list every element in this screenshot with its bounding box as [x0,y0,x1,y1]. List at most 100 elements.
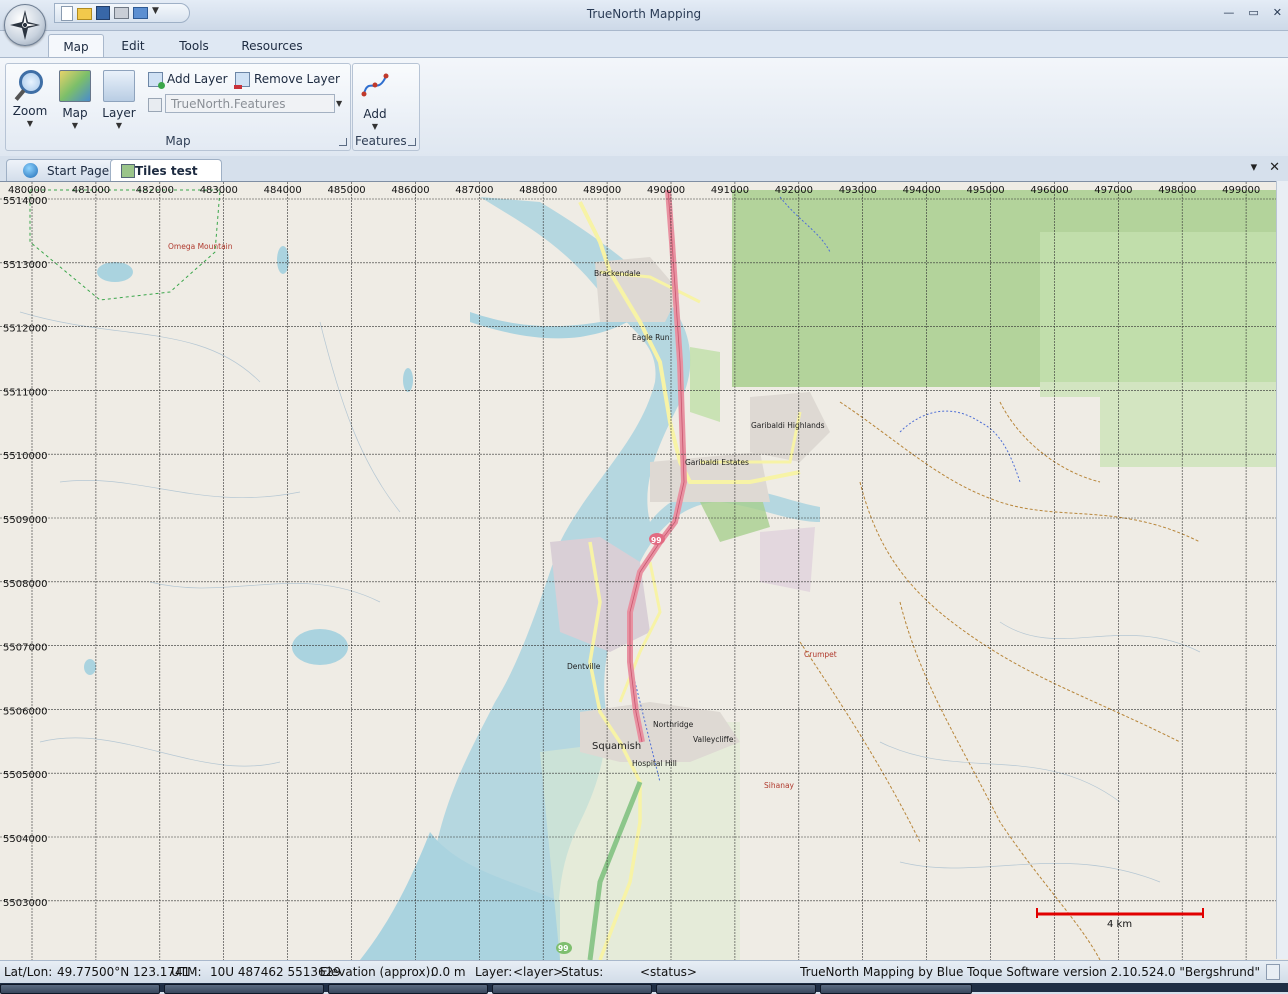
taskbar-item[interactable] [656,984,816,994]
easting-label: 482000 [136,185,174,196]
easting-label: 492000 [775,185,813,196]
place-label: Garibaldi Highlands [751,421,825,430]
add-feature-path-icon [361,73,389,97]
map-button[interactable]: Map ▼ [53,70,97,130]
os-taskbar [0,983,1288,994]
northing-label: 5512000 [3,324,48,335]
close-document-icon[interactable]: ✕ [1269,160,1280,175]
add-layer-button[interactable]: Add Layer [148,70,228,89]
easting-label: 496000 [1030,185,1068,196]
layer-select[interactable]: TrueNorth.Features [165,94,335,113]
place-label: Brackendale [594,269,641,278]
map-group-launcher-icon[interactable] [339,138,347,146]
layer-dropdown-icon: ▼ [115,121,123,130]
trails [799,401,1201,960]
northing-label: 5509000 [3,515,48,526]
compass-rose-icon [10,10,40,40]
easting-label: 494000 [903,185,941,196]
add-layer-icon [148,71,165,89]
minimize-button[interactable]: — [1223,6,1234,19]
map-label: Map [62,106,88,120]
tab-start-page-label: Start Page [47,164,110,178]
ribbon-tab-strip: Map Edit Tools Resources [0,31,1288,59]
easting-label: 483000 [200,185,238,196]
remove-layer-label: Remove Layer [254,72,340,86]
easting-label: 495000 [967,185,1005,196]
northing-label: 5504000 [3,834,48,845]
layer-visible-checkbox[interactable] [148,98,162,112]
elevation-value: 0.0 m [431,965,466,979]
layer-icon [103,70,135,102]
easting-label: 490000 [647,185,685,196]
features-group-launcher-icon[interactable] [408,138,416,146]
taskbar-item[interactable] [492,984,652,994]
tile-layer-icon [121,164,135,178]
easting-label: 493000 [839,185,877,196]
remove-layer-button[interactable]: Remove Layer [234,70,340,89]
easting-label: 491000 [711,185,749,196]
elevation-label: Elevation (approx): [320,965,435,979]
place-label: Hospital Hill [632,759,677,768]
window-controls: — ▭ ✕ [1223,6,1282,19]
features-group: Add ▼ Features [352,63,420,151]
add-feature-button[interactable]: Add ▼ [353,70,397,131]
northing-label: 5505000 [3,770,48,781]
ribbon-panel: Zoom ▼ Map ▼ Layer ▼ Add Layer Remove La… [0,57,1288,157]
application-menu-button[interactable] [4,4,46,46]
tab-edit[interactable]: Edit [112,34,154,58]
place-label: Northridge [653,720,694,729]
map-tile-icon [59,70,91,102]
title-bar: ▼ TrueNorth Mapping — ▭ ✕ [0,0,1288,31]
easting-label: 484000 [264,185,302,196]
northing-label: 5510000 [3,451,48,462]
easting-label: 488000 [519,185,557,196]
tab-list-chevron-down-icon[interactable]: ▾ [1251,160,1258,175]
layer-button[interactable]: Layer ▼ [97,70,141,130]
resize-grip-icon[interactable] [1266,964,1280,980]
map-vertical-scrollbar[interactable] [1276,181,1288,959]
map-group-caption: Map [165,134,191,148]
status-value: <status> [640,965,697,979]
map-canvas[interactable]: 480000 481000 482000 483000 484000 485000 4860… [0,182,1288,960]
easting-label: 487000 [455,185,493,196]
window-title: TrueNorth Mapping [586,7,702,21]
document-tab-strip: Start Page Tiles test layer ▾ ✕ [0,156,1288,200]
map-view[interactable]: 480000 481000 482000 483000 484000 485000 4860… [0,181,1288,960]
easting-label: 486000 [391,185,429,196]
zoom-button[interactable]: Zoom ▼ [8,70,52,128]
scale-bar-label: 4 km [1107,919,1132,930]
northing-label: 5506000 [3,706,48,717]
place-label: Crumpet [804,650,837,659]
status-bar: Lat/Lon: 49.77500°N 123.1741 UTM: 10U 48… [0,960,1288,983]
northing-label: 5513000 [3,260,48,271]
northing-label: 5508000 [3,579,48,590]
tab-tiles-test-layer[interactable]: Tiles test layer [110,159,222,200]
close-button[interactable]: ✕ [1273,6,1282,19]
taskbar-item[interactable] [820,984,972,994]
zoom-label: Zoom [12,104,48,118]
layer-select-chevron-down-icon[interactable]: ▼ [336,99,342,108]
layer-label: Layer [102,106,136,120]
globe-icon [23,163,38,178]
taskbar-item[interactable] [164,984,324,994]
place-label: Dentville [567,662,601,671]
layer-status-label: Layer: [475,965,513,979]
place-label: Squamish [592,741,641,752]
taskbar-item[interactable] [328,984,488,994]
utm-label: UTM: [171,965,202,979]
taskbar-item[interactable] [0,984,160,994]
easting-label: 481000 [72,185,110,196]
map-dropdown-icon: ▼ [71,121,79,130]
add-feature-dropdown-icon: ▼ [371,122,379,131]
tab-start-page[interactable]: Start Page [6,159,116,181]
restore-button[interactable]: ▭ [1248,6,1258,19]
tab-tools[interactable]: Tools [170,34,218,58]
remove-layer-icon [234,71,250,89]
easting-label: 499000 [1222,185,1260,196]
place-label: Omega Mountain [168,242,233,251]
map-group: Zoom ▼ Map ▼ Layer ▼ Add Layer Remove La… [5,63,351,151]
tab-map[interactable]: Map [48,34,104,59]
add-feature-label: Add [363,107,387,121]
tab-resources[interactable]: Resources [236,34,308,58]
version-text: TrueNorth Mapping by Blue Toque Software… [800,965,1260,979]
